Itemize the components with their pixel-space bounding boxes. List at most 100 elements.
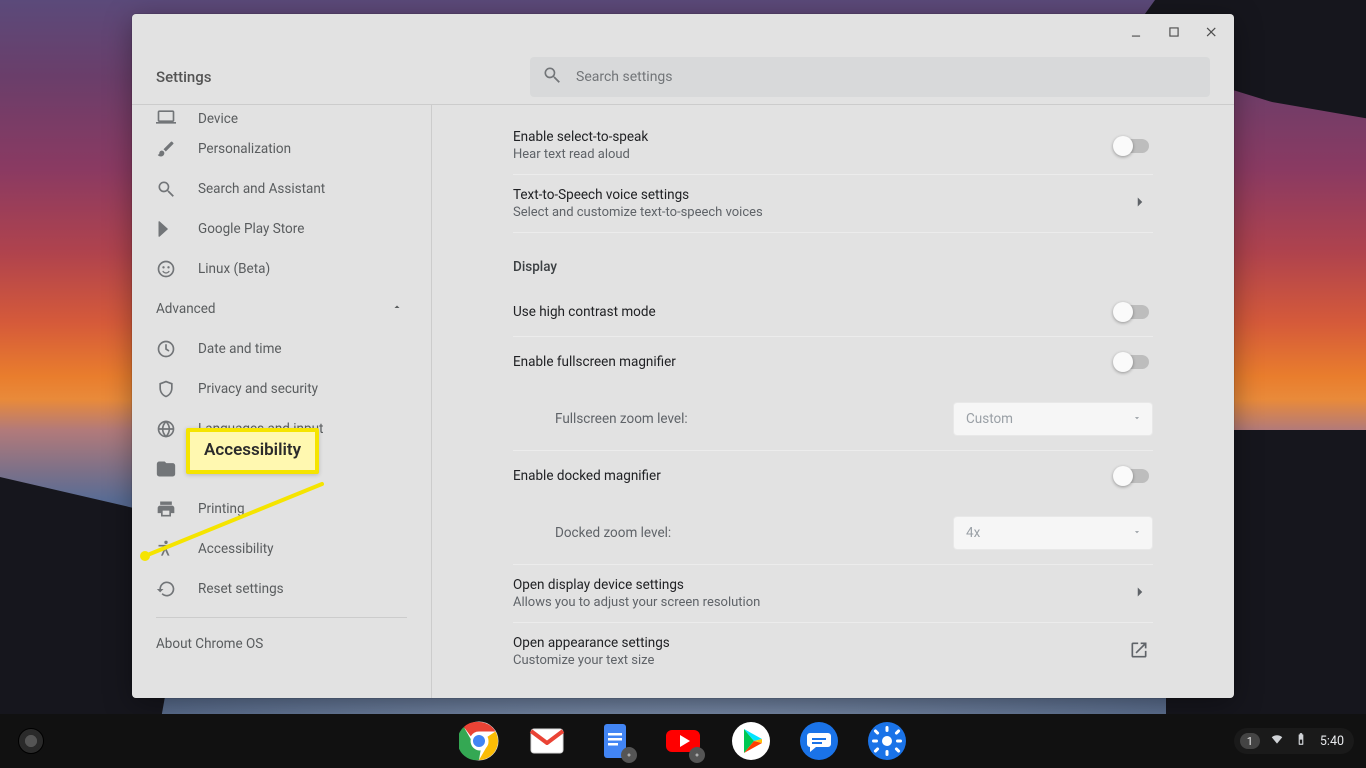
row-open-display-settings[interactable]: Open display device settings Allows you … (513, 565, 1153, 623)
laptop-icon (156, 107, 176, 127)
row-select-to-speak[interactable]: Enable select-to-speak Hear text read al… (513, 117, 1153, 175)
sidebar-item-label: Accessibility (198, 541, 274, 557)
sidebar-item-reset[interactable]: Reset settings (132, 569, 431, 609)
app-docs[interactable] (595, 721, 635, 761)
sidebar-item-label: Search and Assistant (198, 181, 325, 197)
row-tts-settings[interactable]: Text-to-Speech voice settings Select and… (513, 175, 1153, 233)
row-title: Open display device settings (513, 577, 760, 593)
sidebar-item-about[interactable]: About Chrome OS (132, 622, 431, 666)
globe-icon (156, 419, 176, 439)
sidebar-section-advanced[interactable]: Advanced (132, 289, 431, 329)
sidebar-item-device[interactable]: Device (132, 107, 431, 129)
row-fullscreen-magnifier[interactable]: Enable fullscreen magnifier (513, 337, 1153, 387)
printer-icon (156, 499, 176, 519)
toggle-fullscreen-magnifier[interactable] (1115, 355, 1149, 369)
row-open-appearance-settings[interactable]: Open appearance settings Customize your … (513, 623, 1153, 680)
row-label: Fullscreen zoom level: (555, 411, 688, 427)
sidebar-item-label: Google Play Store (198, 221, 304, 237)
app-play-store[interactable] (731, 721, 771, 761)
chevron-right-icon (1131, 193, 1149, 215)
select-value: Custom (966, 411, 1013, 427)
row-title: Enable fullscreen magnifier (513, 354, 676, 370)
sidebar-item-search-assistant[interactable]: Search and Assistant (132, 169, 431, 209)
restore-icon (156, 579, 176, 599)
window-minimize-button[interactable] (1128, 24, 1144, 40)
search-input[interactable] (576, 69, 1198, 85)
select-fullscreen-zoom[interactable]: Custom (953, 402, 1153, 436)
row-subtitle: Hear text read aloud (513, 147, 648, 162)
app-messages[interactable] (799, 721, 839, 761)
sidebar-item-label: About Chrome OS (156, 636, 263, 652)
sidebar-item-printing[interactable]: Printing (132, 489, 431, 529)
sidebar-item-label: Reset settings (198, 581, 284, 597)
row-title: Use high contrast mode (513, 304, 656, 320)
select-docked-zoom[interactable]: 4x (953, 516, 1153, 550)
notification-count[interactable]: 1 (1240, 733, 1260, 749)
row-subtitle: Allows you to adjust your screen resolut… (513, 595, 760, 610)
brush-icon (156, 139, 176, 159)
sidebar-item-personalization[interactable]: Personalization (132, 129, 431, 169)
page-title: Settings (156, 68, 212, 86)
window-maximize-button[interactable] (1166, 24, 1182, 40)
sidebar-item-label: Privacy and security (198, 381, 318, 397)
sidebar-item-label: Personalization (198, 141, 291, 157)
wifi-icon (1270, 732, 1284, 750)
select-value: 4x (966, 525, 980, 541)
managed-badge-icon (689, 747, 705, 763)
accessibility-icon (156, 539, 176, 559)
linux-icon (156, 259, 176, 279)
chevron-down-icon (1132, 411, 1142, 427)
row-title: Enable select-to-speak (513, 129, 648, 145)
row-title: Open appearance settings (513, 635, 670, 651)
search-box[interactable] (530, 57, 1210, 97)
toggle-high-contrast[interactable] (1115, 305, 1149, 319)
battery-icon (1294, 732, 1308, 750)
sidebar-item-label: Linux (Beta) (198, 261, 270, 277)
app-chrome[interactable] (459, 721, 499, 761)
window-titlebar (132, 14, 1234, 50)
launcher-button[interactable] (18, 728, 44, 754)
search-icon (542, 65, 576, 89)
section-display: Display (513, 233, 1153, 287)
row-high-contrast[interactable]: Use high contrast mode (513, 287, 1153, 337)
sidebar: Device Personalization Search and Assist… (132, 105, 432, 698)
sidebar-item-date-time[interactable]: Date and time (132, 329, 431, 369)
sidebar-section-label: Advanced (156, 301, 216, 317)
row-title: Text-to-Speech voice settings (513, 187, 763, 203)
play-store-icon (156, 219, 176, 239)
app-bar: Settings (132, 50, 1234, 105)
managed-badge-icon (621, 747, 637, 763)
sidebar-item-label: Device (198, 111, 238, 127)
chevron-right-icon (1131, 583, 1149, 605)
sidebar-item-play-store[interactable]: Google Play Store (132, 209, 431, 249)
shelf: 1 5:40 (0, 714, 1366, 768)
window-close-button[interactable] (1204, 24, 1220, 40)
app-gmail[interactable] (527, 721, 567, 761)
row-docked-zoom-level: Docked zoom level: 4x (513, 501, 1153, 565)
settings-window: Settings Device Personalization (132, 14, 1234, 698)
sidebar-item-label: Date and time (198, 341, 282, 357)
row-fullscreen-zoom-level: Fullscreen zoom level: Custom (513, 387, 1153, 451)
row-subtitle: Customize your text size (513, 653, 670, 668)
toggle-select-to-speak[interactable] (1115, 139, 1149, 153)
shelf-apps (459, 721, 907, 761)
row-docked-magnifier[interactable]: Enable docked magnifier (513, 451, 1153, 501)
sidebar-item-accessibility[interactable]: Accessibility (132, 529, 431, 569)
row-title: Enable docked magnifier (513, 468, 661, 484)
chevron-down-icon (1132, 525, 1142, 541)
clock-icon (156, 339, 176, 359)
shield-icon (156, 379, 176, 399)
app-settings[interactable] (867, 721, 907, 761)
sidebar-item-privacy[interactable]: Privacy and security (132, 369, 431, 409)
system-tray[interactable]: 1 5:40 (1234, 728, 1354, 754)
sidebar-item-linux[interactable]: Linux (Beta) (132, 249, 431, 289)
open-in-new-icon (1129, 640, 1149, 664)
chevron-up-icon (391, 301, 403, 317)
settings-main: Enable select-to-speak Hear text read al… (432, 105, 1234, 698)
folder-icon (156, 459, 176, 479)
app-youtube[interactable] (663, 721, 703, 761)
toggle-docked-magnifier[interactable] (1115, 469, 1149, 483)
tray-clock: 5:40 (1320, 734, 1344, 749)
sidebar-item-label: Printing (198, 501, 245, 517)
row-label: Docked zoom level: (555, 525, 671, 541)
